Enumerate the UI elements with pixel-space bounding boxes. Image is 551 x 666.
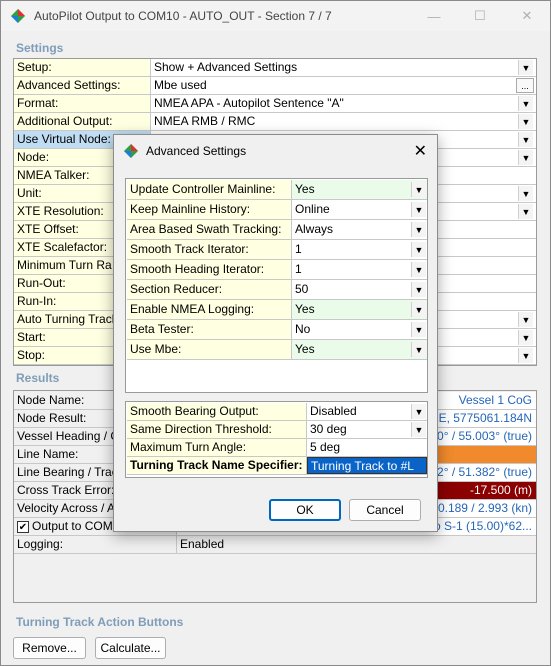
chevron-down-icon[interactable]: ▼ <box>411 322 426 337</box>
setting-value[interactable]: NMEA APA - Autopilot Sentence "A" <box>151 95 536 112</box>
result-label: Logging: <box>14 536 177 553</box>
dialog-title-bar: Advanced Settings ✕ <box>114 135 437 167</box>
chevron-down-icon[interactable]: ▼ <box>411 342 426 357</box>
minimize-button[interactable]: — <box>411 1 457 31</box>
window-title: AutoPilot Output to COM10 - AUTO_OUT - S… <box>34 9 332 23</box>
remove-button[interactable]: Remove... <box>13 637 86 659</box>
advanced-value[interactable]: No <box>292 320 427 339</box>
advanced-label: Update Controller Mainline: <box>127 180 292 199</box>
chevron-down-icon[interactable]: ▼ <box>518 330 533 345</box>
advanced-label: Beta Tester: <box>127 320 292 339</box>
advanced-value[interactable]: Yes <box>292 180 427 199</box>
advanced-row[interactable]: Section Reducer: 50 ▼ <box>127 280 427 300</box>
advanced-value[interactable]: Online <box>292 200 427 219</box>
advanced-value[interactable]: 1 <box>292 260 427 279</box>
advanced-row[interactable]: Smooth Track Iterator: 1 ▼ <box>127 240 427 260</box>
advanced-label: Smooth Track Iterator: <box>127 240 292 259</box>
close-button[interactable]: ✕ <box>504 1 550 31</box>
advanced-grid-bottom: Smooth Bearing Output: Disabled ▼ Same D… <box>125 401 428 478</box>
advanced-row[interactable]: Use Mbe: Yes ▼ <box>127 340 427 360</box>
advanced-label: Section Reducer: <box>127 280 292 299</box>
ok-button[interactable]: OK <box>269 499 341 521</box>
advanced-row[interactable]: Area Based Swath Tracking: Always ▼ <box>127 220 427 240</box>
chevron-down-icon[interactable]: ▼ <box>411 282 426 297</box>
settings-section-label: Settings <box>16 41 64 55</box>
advanced-value[interactable]: 50 <box>292 280 427 299</box>
advanced-label: Area Based Swath Tracking: <box>127 220 292 239</box>
advanced-row[interactable]: Smooth Bearing Output: Disabled ▼ <box>127 403 427 421</box>
advanced-value[interactable]: 5 deg <box>307 439 427 456</box>
advanced-label: Enable NMEA Logging: <box>127 300 292 319</box>
cancel-button[interactable]: Cancel <box>349 499 421 521</box>
advanced-value[interactable]: Yes <box>292 340 427 359</box>
advanced-settings-dialog: Advanced Settings ✕ Update Controller Ma… <box>113 134 438 532</box>
checkbox-icon[interactable]: ✔ <box>17 521 29 533</box>
advanced-value[interactable]: Disabled <box>307 403 427 420</box>
settings-row[interactable]: Format: NMEA APA - Autopilot Sentence "A… <box>14 95 536 113</box>
chevron-down-icon[interactable]: ▼ <box>518 96 533 111</box>
chevron-down-icon[interactable]: ▼ <box>411 262 426 277</box>
result-value: Enabled <box>177 536 536 553</box>
chevron-down-icon[interactable]: ▼ <box>411 242 426 257</box>
actions-section-label: Turning Track Action Buttons <box>16 615 184 629</box>
advanced-row[interactable]: Keep Mainline History: Online ▼ <box>127 200 427 220</box>
chevron-down-icon[interactable]: ▼ <box>518 204 533 219</box>
advanced-label: Same Direction Threshold: <box>127 421 307 438</box>
dialog-title: Advanced Settings <box>146 144 247 158</box>
advanced-row[interactable]: Turning Track Name Specifier: Turning Tr… <box>127 457 427 475</box>
app-icon <box>11 9 25 23</box>
chevron-down-icon[interactable]: ▼ <box>518 60 533 75</box>
advanced-row[interactable]: Update Controller Mainline: Yes ▼ <box>127 180 427 200</box>
close-icon[interactable]: ✕ <box>414 141 427 161</box>
chevron-down-icon[interactable]: ▼ <box>518 150 533 165</box>
result-label: Output to COM <box>32 519 113 533</box>
results-section-label: Results <box>16 371 60 385</box>
advanced-value[interactable]: Always <box>292 220 427 239</box>
chevron-down-icon[interactable]: ▼ <box>518 132 533 147</box>
ellipsis-button[interactable]: ... <box>516 78 534 93</box>
turning-track-name-input[interactable]: Turning Track to #L <box>307 457 427 474</box>
advanced-label: Turning Track Name Specifier: <box>127 457 307 474</box>
chevron-down-icon[interactable]: ▼ <box>411 182 426 197</box>
setting-value[interactable]: Mbe used <box>151 77 536 94</box>
advanced-row[interactable]: Smooth Heading Iterator: 1 ▼ <box>127 260 427 280</box>
app-icon <box>124 144 138 158</box>
result-row: Logging: Enabled <box>14 536 536 554</box>
advanced-row[interactable]: Same Direction Threshold: 30 deg ▼ <box>127 421 427 439</box>
chevron-down-icon[interactable]: ▼ <box>411 222 426 237</box>
setting-label: Advanced Settings: <box>14 77 151 94</box>
advanced-row[interactable]: Beta Tester: No ▼ <box>127 320 427 340</box>
chevron-down-icon[interactable]: ▼ <box>411 202 426 217</box>
chevron-down-icon[interactable]: ▼ <box>411 404 426 419</box>
calculate-button[interactable]: Calculate... <box>95 637 166 659</box>
settings-row[interactable]: Setup: Show + Advanced Settings ▼ <box>14 59 536 77</box>
chevron-down-icon[interactable]: ▼ <box>518 348 533 363</box>
advanced-value[interactable]: 30 deg <box>307 421 427 438</box>
chevron-down-icon[interactable]: ▼ <box>518 114 533 129</box>
chevron-down-icon[interactable]: ▼ <box>518 186 533 201</box>
advanced-label: Smooth Bearing Output: <box>127 403 307 420</box>
setting-label: Setup: <box>14 59 151 76</box>
settings-row[interactable]: Additional Output: NMEA RMB / RMC ▼ <box>14 113 536 131</box>
advanced-label: Keep Mainline History: <box>127 200 292 219</box>
title-bar: AutoPilot Output to COM10 - AUTO_OUT - S… <box>1 1 550 31</box>
setting-label: Format: <box>14 95 151 112</box>
advanced-label: Use Mbe: <box>127 340 292 359</box>
advanced-label: Maximum Turn Angle: <box>127 439 307 456</box>
setting-value[interactable]: NMEA RMB / RMC <box>151 113 536 130</box>
advanced-row[interactable]: Maximum Turn Angle: 5 deg <box>127 439 427 457</box>
advanced-row[interactable]: Enable NMEA Logging: Yes ▼ <box>127 300 427 320</box>
maximize-button[interactable]: ☐ <box>457 1 503 31</box>
advanced-value[interactable]: 1 <box>292 240 427 259</box>
advanced-label: Smooth Heading Iterator: <box>127 260 292 279</box>
setting-value[interactable]: Show + Advanced Settings <box>151 59 536 76</box>
setting-label: Additional Output: <box>14 113 151 130</box>
chevron-down-icon[interactable]: ▼ <box>411 302 426 317</box>
chevron-down-icon[interactable]: ▼ <box>411 422 426 437</box>
advanced-grid-top: Update Controller Mainline: Yes ▼ Keep M… <box>125 178 428 393</box>
advanced-value[interactable]: Yes <box>292 300 427 319</box>
settings-row[interactable]: Advanced Settings: Mbe used ... <box>14 77 536 95</box>
chevron-down-icon[interactable]: ▼ <box>518 312 533 327</box>
